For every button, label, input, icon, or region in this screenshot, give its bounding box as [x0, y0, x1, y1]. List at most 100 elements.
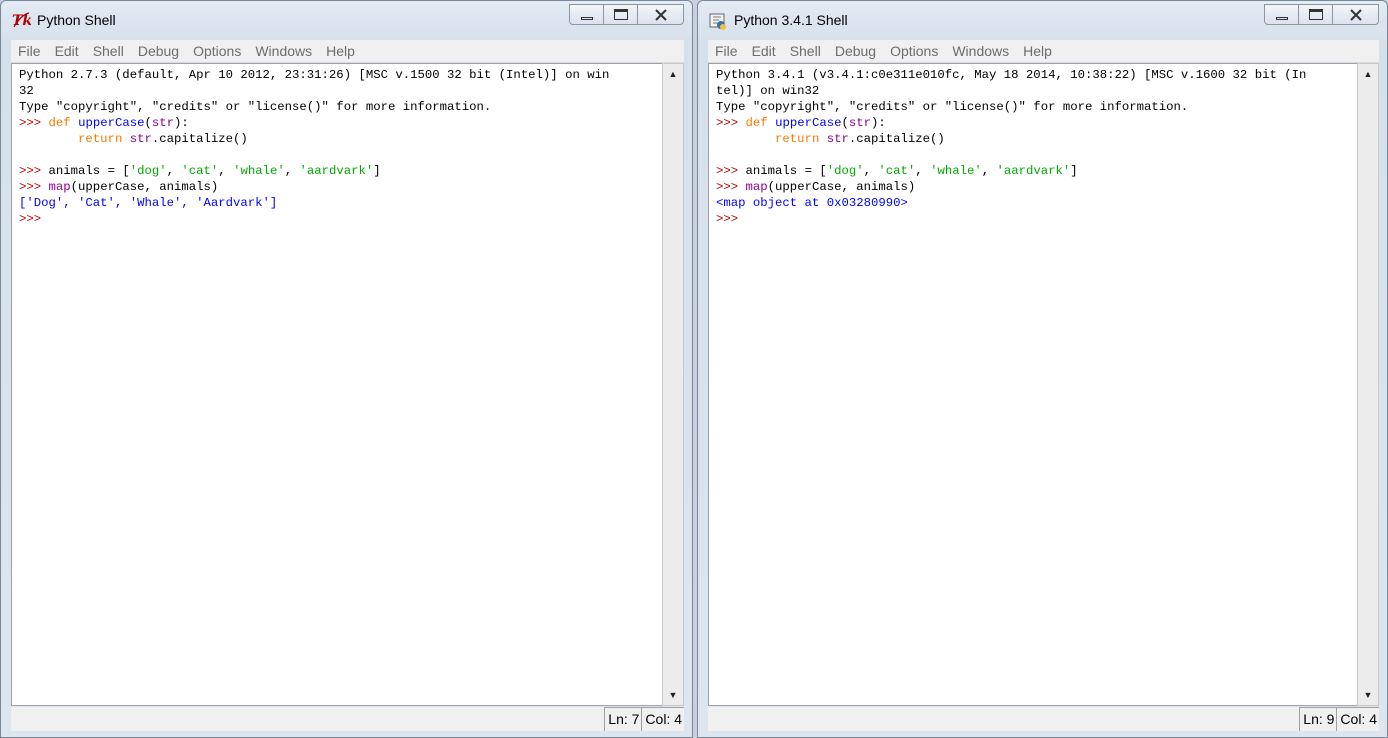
code-token: ,	[218, 164, 234, 178]
title-bar[interactable]: Python 3.4.1 Shell	[698, 1, 1387, 39]
code-token: str	[129, 132, 152, 146]
menu-edit[interactable]: Edit	[48, 43, 86, 59]
status-bar: Ln: 7 Col: 4	[11, 707, 684, 731]
shell-line: >>> def upperCase(str):	[19, 115, 662, 131]
menu-options[interactable]: Options	[883, 43, 945, 59]
vertical-scrollbar[interactable]: ▲ ▼	[1357, 63, 1379, 706]
status-column: Col: 4	[1336, 707, 1379, 731]
tk-feather-icon[interactable]: Tk	[11, 11, 32, 29]
shell-text-area[interactable]: Python 3.4.1 (v3.4.1:c0e311e010fc, May 1…	[708, 63, 1357, 706]
shell-line: tel)] on win32	[716, 83, 1357, 99]
shell-line: Type "copyright", "credits" or "license(…	[19, 99, 662, 115]
status-column: Col: 4	[641, 707, 684, 731]
minimize-button[interactable]	[569, 4, 604, 25]
window-title: Python 3.4.1 Shell	[734, 12, 848, 28]
scroll-up-arrow-icon[interactable]: ▲	[665, 66, 681, 82]
code-token: >>>	[19, 180, 49, 194]
shell-line: >>>	[716, 211, 1357, 227]
code-token: (upperCase, animals)	[70, 180, 219, 194]
code-token: 'aardvark'	[299, 164, 374, 178]
menu-debug[interactable]: Debug	[131, 43, 186, 59]
menu-shell[interactable]: Shell	[86, 43, 131, 59]
menu-windows[interactable]: Windows	[248, 43, 319, 59]
close-icon	[654, 8, 667, 21]
shell-line: >>>	[19, 211, 662, 227]
code-token: Python 3.4.1 (v3.4.1:c0e311e010fc, May 1…	[716, 68, 1307, 82]
shell-text-area[interactable]: Python 2.7.3 (default, Apr 10 2012, 23:3…	[11, 63, 662, 706]
close-icon	[1349, 8, 1362, 21]
minimize-icon	[1275, 16, 1288, 20]
code-token: Type "copyright", "credits" or "license(…	[716, 100, 1189, 114]
menu-file[interactable]: File	[708, 43, 745, 59]
code-token: 'whale'	[233, 164, 285, 178]
menu-edit[interactable]: Edit	[745, 43, 783, 59]
vertical-scrollbar[interactable]: ▲ ▼	[662, 63, 684, 706]
code-token: >>>	[19, 212, 49, 226]
code-token: (	[841, 116, 849, 130]
scroll-up-arrow-icon[interactable]: ▲	[1360, 66, 1376, 82]
menu-options[interactable]: Options	[186, 43, 248, 59]
shell-line: >>> animals = ['dog', 'cat', 'whale', 'a…	[19, 163, 662, 179]
code-token: (upperCase, animals)	[767, 180, 916, 194]
code-token: 32	[19, 84, 34, 98]
menu-bar: File Edit Shell Debug Options Windows He…	[11, 40, 684, 63]
window-title: Python Shell	[37, 12, 116, 28]
menu-help[interactable]: Help	[319, 43, 362, 59]
shell-line: 32	[19, 83, 662, 99]
code-token: upperCase	[775, 116, 842, 130]
code-token: ,	[981, 164, 997, 178]
window-controls	[1264, 4, 1379, 26]
code-token: def	[745, 116, 776, 130]
code-token: map	[745, 180, 768, 194]
menu-help[interactable]: Help	[1016, 43, 1059, 59]
shell-line: >>> def upperCase(str):	[716, 115, 1357, 131]
menu-shell[interactable]: Shell	[783, 43, 828, 59]
code-token: Python 2.7.3 (default, Apr 10 2012, 23:3…	[19, 68, 610, 82]
shell-line: Python 3.4.1 (v3.4.1:c0e311e010fc, May 1…	[716, 67, 1357, 83]
shell-line: >>> map(upperCase, animals)	[19, 179, 662, 195]
code-token: str	[826, 132, 849, 146]
close-button[interactable]	[637, 4, 684, 25]
scroll-down-arrow-icon[interactable]: ▼	[665, 687, 681, 703]
code-token: str	[848, 116, 872, 130]
code-token: ]	[1070, 164, 1078, 178]
code-token: def	[48, 116, 79, 130]
title-bar[interactable]: Tk Python Shell	[1, 1, 692, 39]
code-token: upperCase	[78, 116, 145, 130]
shell-line: Python 2.7.3 (default, Apr 10 2012, 23:3…	[19, 67, 662, 83]
code-token: >>>	[716, 164, 746, 178]
code-token: >>>	[19, 164, 49, 178]
status-line: Ln: 7	[604, 707, 642, 731]
code-token: animals = [	[745, 164, 827, 178]
maximize-button[interactable]	[1298, 4, 1333, 25]
maximize-icon	[1308, 9, 1323, 20]
code-token: .capitalize()	[848, 132, 945, 146]
shell-line: >>> map(upperCase, animals)	[716, 179, 1357, 195]
menu-file[interactable]: File	[11, 43, 48, 59]
code-token: return	[78, 132, 130, 146]
code-token: 'dog'	[826, 164, 864, 178]
code-token: <map object at 0x03280990>	[716, 196, 908, 210]
code-token: ,	[915, 164, 931, 178]
maximize-button[interactable]	[603, 4, 638, 25]
code-token: ):	[871, 116, 886, 130]
shell-line: >>> animals = ['dog', 'cat', 'whale', 'a…	[716, 163, 1357, 179]
python-shell-icon[interactable]	[708, 11, 728, 30]
menu-windows[interactable]: Windows	[945, 43, 1016, 59]
minimize-button[interactable]	[1264, 4, 1299, 25]
code-token: animals = [	[48, 164, 130, 178]
close-button[interactable]	[1332, 4, 1379, 25]
code-token: (	[144, 116, 152, 130]
shell-line: <map object at 0x03280990>	[716, 195, 1357, 211]
code-token: ,	[863, 164, 879, 178]
code-token: >>>	[19, 116, 49, 130]
code-token: str	[151, 116, 175, 130]
code-token: >>>	[716, 212, 746, 226]
code-token: >>>	[716, 180, 746, 194]
scroll-down-arrow-icon[interactable]: ▼	[1360, 687, 1376, 703]
menu-debug[interactable]: Debug	[828, 43, 883, 59]
code-token: 'aardvark'	[996, 164, 1071, 178]
code-token: ]	[373, 164, 381, 178]
